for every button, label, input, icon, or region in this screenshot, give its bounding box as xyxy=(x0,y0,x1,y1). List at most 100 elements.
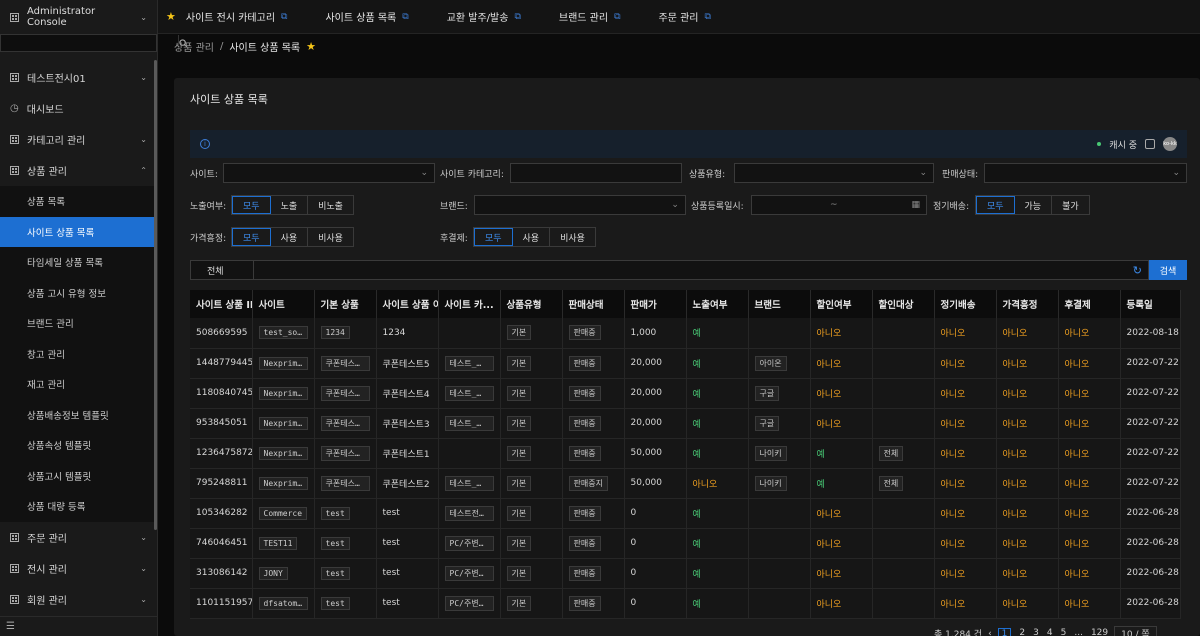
sidebar-item[interactable]: 창고 관리 xyxy=(0,338,157,369)
sidebar-item[interactable]: 상품속성 템플릿 xyxy=(0,430,157,461)
popout-icon[interactable]: ⧉ xyxy=(402,12,408,22)
sidebar-scrollbar[interactable] xyxy=(154,60,157,530)
sidebar-header[interactable]: Administrator Console ⌄ xyxy=(0,0,157,34)
column-header[interactable]: 할인여부 xyxy=(810,290,873,318)
trash-icon[interactable] xyxy=(1145,139,1155,149)
menu-icon[interactable]: ☰ xyxy=(6,621,15,632)
popout-icon[interactable]: ⧉ xyxy=(281,12,287,22)
sidebar-item[interactable]: 상품 고시 유형 정보 xyxy=(0,277,157,308)
table-row[interactable]: 1101151957 dfsatomy1 test test PC/주변기... 기본 판매… xyxy=(190,588,1181,619)
reg-date-range[interactable]: ~ ▦ xyxy=(750,195,927,215)
sidebar-group[interactable]: 카테고리 관리 ⌄ xyxy=(0,124,157,155)
price-option-nouse[interactable]: 비사용 xyxy=(308,228,353,246)
popout-icon[interactable]: ⧉ xyxy=(614,12,620,22)
exposure-option-all[interactable]: 모두 xyxy=(232,196,271,214)
avatar[interactable]: ko-kk xyxy=(1163,137,1177,151)
sidebar-group[interactable]: 테스트전시01 ⌄ xyxy=(0,62,157,93)
tab-site-category[interactable]: 사이트 전시 카테고리 ⧉ xyxy=(186,9,288,25)
tab-site-products[interactable]: 사이트 상품 목록 ⧉ xyxy=(325,9,408,25)
price-option-all[interactable]: 모두 xyxy=(232,228,271,246)
column-header[interactable]: 상품유형 xyxy=(500,290,563,318)
sidebar-item[interactable]: 브랜드 관리 xyxy=(0,308,157,339)
prev-page-icon[interactable]: ‹ xyxy=(988,629,992,636)
favorite-star-icon[interactable]: ★ xyxy=(306,40,316,53)
sidebar-group[interactable]: ◷ 대시보드 xyxy=(0,93,157,124)
sidebar-item[interactable]: 상품배송정보 템플릿 xyxy=(0,399,157,430)
info-icon[interactable]: i xyxy=(200,139,210,149)
column-header[interactable]: 판매상태 xyxy=(562,290,625,318)
page-number[interactable]: ... xyxy=(1074,628,1083,636)
postpay-option-nouse[interactable]: 비사용 xyxy=(550,228,595,246)
search-button[interactable]: 검색 xyxy=(1149,260,1187,280)
regular-option-yes[interactable]: 가능 xyxy=(1015,196,1053,214)
page-number[interactable]: 2 xyxy=(1019,628,1025,636)
column-header[interactable]: 사이트 xyxy=(252,290,315,318)
price-option-use[interactable]: 사용 xyxy=(271,228,309,246)
popout-icon[interactable]: ⧉ xyxy=(704,12,710,22)
sidebar-item[interactable]: 사이트 상품 목록 xyxy=(0,216,157,247)
table-cell: 아니오 xyxy=(996,558,1059,589)
brand-select[interactable]: ⌄ xyxy=(473,195,686,215)
popout-icon[interactable]: ⧉ xyxy=(514,12,520,22)
page-number[interactable]: 3 xyxy=(1033,628,1039,636)
sale-status-select[interactable]: ⌄ xyxy=(984,163,1187,183)
sidebar-item[interactable]: 상품 대량 등록 xyxy=(0,491,157,522)
sidebar-group[interactable]: 상품 관리 ⌃ xyxy=(0,155,157,186)
calendar-icon[interactable]: ▦ xyxy=(911,200,920,210)
sidebar-group[interactable]: 회원 관리 ⌄ xyxy=(0,584,157,615)
tab-brand[interactable]: 브랜드 관리 ⧉ xyxy=(559,9,621,25)
page-number[interactable]: 129 xyxy=(1091,628,1108,636)
postpay-option-use[interactable]: 사용 xyxy=(513,228,551,246)
table-row[interactable]: 313086142 JONY test test PC/주변기... 기본 판매중 0 예 아니오… xyxy=(190,558,1181,589)
search-input[interactable]: ↻ xyxy=(254,260,1149,280)
exposure-option-shown[interactable]: 노출 xyxy=(271,196,309,214)
exposure-option-hidden[interactable]: 비노출 xyxy=(308,196,353,214)
chevron-down-icon[interactable]: ⌄ xyxy=(140,13,147,22)
column-header[interactable]: 사이트 상품 ID xyxy=(190,290,253,318)
refresh-icon[interactable]: ↻ xyxy=(1133,264,1142,277)
product-type-select[interactable]: ⌄ xyxy=(734,163,934,183)
tab-exchange[interactable]: 교환 발주/발송 ⧉ xyxy=(447,9,521,25)
sidebar-item[interactable]: 상품 목록 xyxy=(0,186,157,217)
column-header[interactable]: 기본 상품 xyxy=(314,290,377,318)
page-number[interactable]: 1 xyxy=(997,627,1012,636)
page-number[interactable]: 4 xyxy=(1047,628,1053,636)
search-scope-select[interactable]: 전체 xyxy=(190,260,254,280)
column-header[interactable]: 가격흥정 xyxy=(996,290,1059,318)
sidebar-item[interactable]: 재고 관리 xyxy=(0,369,157,400)
table-row[interactable]: 746046451 TEST11 test test PC/주변기... 기본 판매중 0 예 아… xyxy=(190,528,1181,559)
breadcrumb-parent[interactable]: 상품 관리 xyxy=(174,39,214,54)
favorite-star-icon[interactable]: ★ xyxy=(166,10,176,23)
sidebar-item[interactable]: 타임세일 상품 목록 xyxy=(0,247,157,278)
column-header[interactable]: 브랜드 xyxy=(748,290,811,318)
sidebar-group[interactable]: 주문 관리 ⌄ xyxy=(0,522,157,553)
table-row[interactable]: 1448779445 Nexprime ... 쿠폰테스트... 쿠폰테스트5 테스트_… xyxy=(190,348,1181,379)
column-header[interactable]: 후결제 xyxy=(1058,290,1121,318)
column-header[interactable]: 사이트 상품 이 xyxy=(376,290,439,318)
table-row[interactable]: 508669595 test_sora... 1234 1234 기본 판매중 1,000 예… xyxy=(190,318,1181,349)
column-header[interactable]: 사이트 카... xyxy=(438,290,501,318)
column-header[interactable]: 노출여부 xyxy=(686,290,749,318)
page-size-select[interactable]: 10 / 쪽 xyxy=(1114,626,1157,636)
table-row[interactable]: 953845051 Nexprime ... 쿠폰테스트... 쿠폰테스트3 테스트_김… xyxy=(190,408,1181,439)
site-select[interactable]: ⌄ xyxy=(223,163,435,183)
page-number[interactable]: 5 xyxy=(1061,628,1067,636)
column-header[interactable]: 할인대상 xyxy=(872,290,935,318)
table-row[interactable]: 1236475872 Nexprime ... 쿠폰테스트... 쿠폰테스트1 기본 판매… xyxy=(190,438,1181,469)
sidebar-group[interactable]: 전시 관리 ⌄ xyxy=(0,553,157,584)
table-row[interactable]: 105346282 Commerce test test 테스트전시... 기본 판매중 0 예… xyxy=(190,498,1181,529)
tab-orders[interactable]: 주문 관리 ⧉ xyxy=(659,9,711,25)
regular-option-no[interactable]: 불가 xyxy=(1052,196,1089,214)
sidebar-search-input[interactable] xyxy=(1,35,178,51)
site-category-input[interactable] xyxy=(510,163,682,183)
exposure-toggle: 모두 노출 비노출 xyxy=(231,195,354,215)
column-header[interactable]: 등록일 xyxy=(1120,290,1181,318)
cell-value: Nexprime ... xyxy=(258,356,308,370)
regular-option-all[interactable]: 모두 xyxy=(975,196,1015,214)
sidebar-item[interactable]: 상품고시 템플릿 xyxy=(0,460,157,491)
table-row[interactable]: 795248811 Nexprime ... 쿠폰테스트... 쿠폰테스트2 테스트_김… xyxy=(190,468,1181,499)
table-row[interactable]: 1180840745 Nexprime ... 쿠폰테스트... 쿠폰테스트4 테스트_… xyxy=(190,378,1181,409)
postpay-option-all[interactable]: 모두 xyxy=(473,228,513,246)
column-header[interactable]: 정기배송 xyxy=(934,290,997,318)
column-header[interactable]: 판매가 xyxy=(624,290,687,318)
